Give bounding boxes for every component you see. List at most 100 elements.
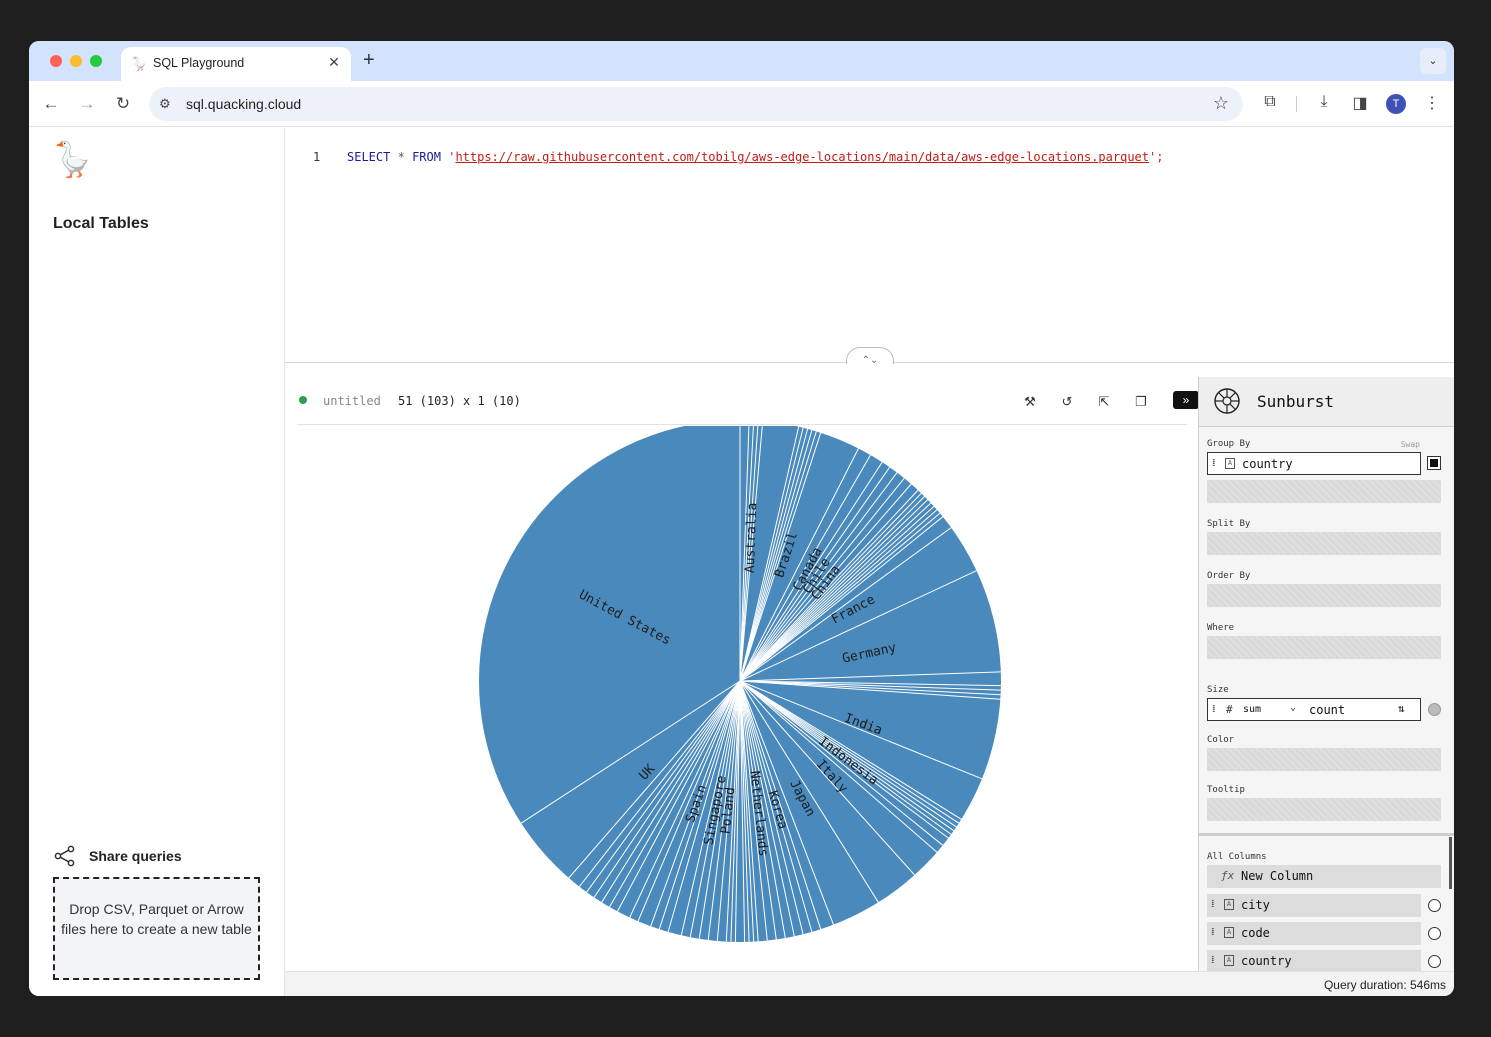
size-toggle[interactable]: [1428, 703, 1441, 716]
forward-arrow-icon[interactable]: →: [75, 92, 99, 116]
star-operator: *: [397, 150, 405, 164]
sort-arrows-icon[interactable]: ⇅: [1398, 702, 1405, 715]
status-footer: Query duration: 546ms: [285, 971, 1454, 996]
drag-grip-icon[interactable]: ⁞⁞: [1211, 955, 1214, 966]
back-arrow-icon[interactable]: ←: [39, 92, 63, 116]
group-by-empty-slot[interactable]: [1207, 480, 1441, 503]
browser-window: 🪿 SQL Playground ✕ + ⌄ ← → ↻ ⚙ sql.quack…: [29, 41, 1454, 996]
string-type-icon: A: [1224, 927, 1234, 938]
query-duration: Query duration: 546ms: [1323, 978, 1446, 992]
result-name[interactable]: untitled: [323, 394, 381, 408]
aggregate-select[interactable]: sum: [1243, 704, 1261, 715]
split-by-slot[interactable]: [1207, 532, 1441, 555]
minimize-window-button[interactable]: [70, 55, 82, 67]
group-rollup-toggle[interactable]: [1427, 456, 1441, 470]
new-column-button[interactable]: ƒx New Column: [1207, 865, 1441, 888]
sql-editor[interactable]: 1 SELECT * FROM 'https://raw.githubuserc…: [285, 128, 1454, 363]
size-pill[interactable]: ⁞⁞ # sum ⌄ count ⇅: [1207, 698, 1421, 721]
tab-title: SQL Playground: [153, 56, 245, 70]
swap-button[interactable]: Swap: [1401, 440, 1420, 449]
file-dropzone[interactable]: Drop CSV, Parquet or Arrow files here to…: [53, 877, 260, 980]
code-line[interactable]: SELECT * FROM 'https://raw.githubusercon…: [347, 150, 1163, 164]
close-tab-icon[interactable]: ✕: [325, 54, 343, 71]
column-name: code: [1241, 926, 1270, 940]
size-column-value: count: [1309, 703, 1346, 717]
new-tab-icon[interactable]: +: [363, 50, 375, 70]
tooltip-slot[interactable]: [1207, 798, 1441, 821]
reload-icon[interactable]: ↻: [111, 92, 135, 116]
share-icon[interactable]: [53, 844, 77, 868]
site-settings-icon[interactable]: ⚙: [159, 96, 171, 112]
plugin-name[interactable]: Sunburst: [1257, 392, 1334, 411]
split-by-label: Split By: [1207, 519, 1251, 529]
column-country[interactable]: ⁞⁞ A country: [1207, 950, 1421, 971]
sunburst-plugin-icon: [1214, 388, 1240, 414]
aggregate-chevron-icon[interactable]: ⌄: [1290, 702, 1296, 713]
formula-icon: ƒx: [1221, 869, 1235, 882]
column-city-toggle[interactable]: [1428, 899, 1441, 912]
column-country-toggle[interactable]: [1428, 955, 1441, 968]
more-menu-icon[interactable]: ⋮: [1421, 93, 1443, 113]
string-quote-close: ';: [1149, 150, 1164, 164]
drag-grip-icon[interactable]: ⁞⁞: [1211, 927, 1214, 938]
string-type-icon: A: [1224, 955, 1234, 966]
collapse-settings-button[interactable]: »: [1173, 391, 1199, 409]
extensions-puzzle-icon[interactable]: ⧉: [1259, 93, 1281, 111]
status-dot: [299, 396, 307, 404]
settings-divider: [1199, 833, 1454, 836]
parquet-url-link[interactable]: https://raw.githubusercontent.com/tobilg…: [455, 150, 1149, 164]
column-name: city: [1241, 898, 1270, 912]
sunburst-chart-area: United States Australia Brazil Canada Ch…: [285, 426, 1198, 971]
new-column-label: New Column: [1241, 869, 1314, 883]
reset-icon[interactable]: ↺: [1057, 392, 1077, 412]
group-by-pill[interactable]: ⁞⁞ A country: [1207, 452, 1421, 475]
sidebar: 🪿 Local Tables Share queries Drop CSV, P…: [29, 128, 285, 996]
profile-avatar[interactable]: T: [1386, 94, 1406, 114]
drag-grip-icon[interactable]: ⁞⁞: [1211, 899, 1214, 910]
copy-icon[interactable]: ❐: [1131, 392, 1151, 412]
order-by-slot[interactable]: [1207, 584, 1441, 607]
color-slot[interactable]: [1207, 748, 1441, 771]
share-queries-link[interactable]: Share queries: [89, 848, 182, 864]
close-window-button[interactable]: [50, 55, 62, 67]
results-panel: untitled 51 (103) x 1 (10) ⚒ ↺ ⇱ ❐ » Uni…: [285, 364, 1199, 971]
tab-search-chevron-icon[interactable]: ⌄: [1420, 48, 1446, 74]
where-slot[interactable]: [1207, 636, 1441, 659]
results-divider: [297, 424, 1187, 425]
address-bar[interactable]: ⚙ sql.quacking.cloud ☆: [149, 87, 1243, 121]
group-by-label: Group By: [1207, 439, 1251, 449]
url-text[interactable]: sql.quacking.cloud: [186, 96, 301, 112]
size-label: Size: [1207, 685, 1229, 695]
drag-grip-icon[interactable]: ⁞⁞: [1212, 458, 1215, 469]
goose-logo-icon: 🪿: [51, 141, 94, 179]
tooltip-label: Tooltip: [1207, 785, 1245, 795]
local-tables-heading: Local Tables: [53, 215, 149, 232]
plugin-selector[interactable]: Sunburst: [1199, 377, 1454, 427]
label-australia: Australia: [743, 502, 760, 573]
drag-grip-icon[interactable]: ⁞⁞: [1212, 704, 1215, 715]
keyword-from: FROM: [412, 150, 441, 164]
column-code[interactable]: ⁞⁞ A code: [1207, 922, 1421, 945]
group-by-value: country: [1242, 457, 1293, 471]
result-dimensions: 51 (103) x 1 (10): [398, 394, 521, 408]
columns-scrollbar[interactable]: [1449, 837, 1452, 889]
bookmark-star-icon[interactable]: ☆: [1213, 93, 1229, 114]
number-type-icon: #: [1226, 703, 1233, 716]
keyword-select: SELECT: [347, 150, 391, 164]
color-label: Color: [1207, 735, 1235, 745]
settings-panel: Sunburst Group By Swap ⁞⁞ A country Spli…: [1198, 377, 1454, 971]
download-icon[interactable]: ⤓: [1313, 93, 1335, 111]
column-code-toggle[interactable]: [1428, 927, 1441, 940]
tab-strip: 🪿 SQL Playground ✕ + ⌄: [29, 41, 1454, 81]
maximize-window-button[interactable]: [90, 55, 102, 67]
string-type-icon: A: [1224, 899, 1234, 910]
export-icon[interactable]: ⇱: [1094, 392, 1114, 412]
toggle-indicator: [1430, 459, 1438, 467]
browser-toolbar: ← → ↻ ⚙ sql.quacking.cloud ☆ ⧉ ⤓ ◨ T ⋮: [29, 81, 1454, 127]
side-panel-icon[interactable]: ◨: [1349, 93, 1371, 113]
column-name: country: [1241, 954, 1292, 968]
column-city[interactable]: ⁞⁞ A city: [1207, 894, 1421, 917]
paint-roller-icon[interactable]: ⚒: [1020, 392, 1040, 412]
browser-tab[interactable]: 🪿 SQL Playground ✕: [121, 47, 351, 81]
sunburst-chart[interactable]: United States Australia Brazil Canada Ch…: [285, 426, 1198, 971]
